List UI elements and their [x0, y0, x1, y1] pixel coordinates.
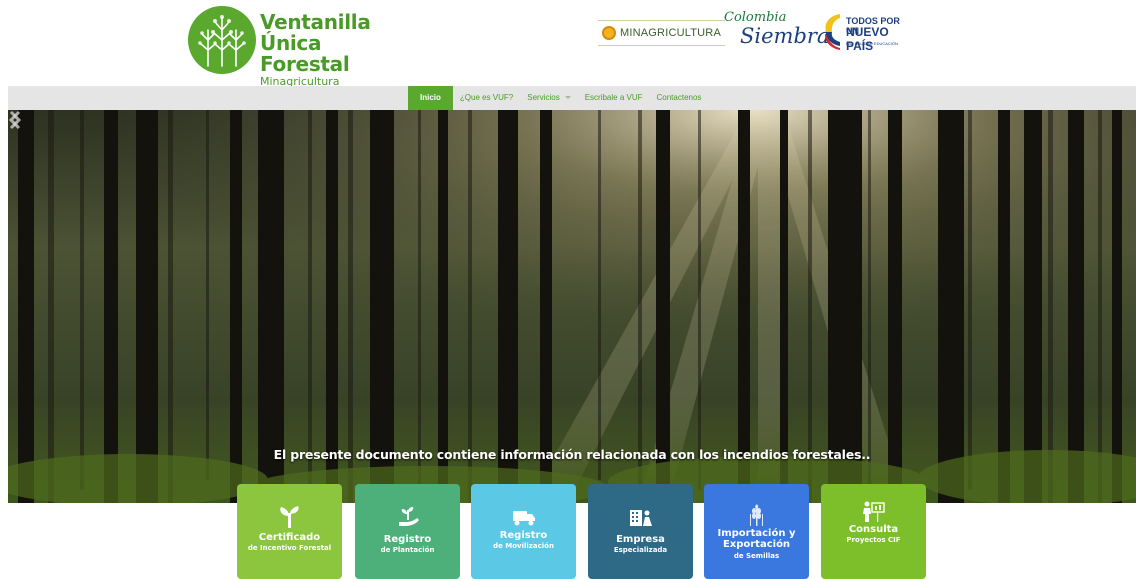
tile-subtitle: de Movilización — [493, 542, 554, 550]
nuevo-pais-line3: PAZ EQUIDAD EDUCACIÓN — [846, 41, 898, 46]
tile-title: Importación y Exportación — [717, 528, 796, 550]
minagricultura-logo[interactable]: MINAGRICULTURA — [598, 20, 725, 46]
tile-subtitle: de Incentivo Forestal — [247, 544, 332, 552]
tile-title: Registro — [383, 534, 432, 545]
tile-empresa-especializada[interactable]: Empresa Especializada — [588, 484, 693, 579]
nav-item-inicio[interactable]: Inicio — [408, 86, 453, 110]
nav-item-escribale[interactable]: Escribale a VUF — [578, 86, 650, 110]
tile-title: Consulta — [848, 524, 899, 535]
building-person-icon — [630, 510, 652, 526]
colombia-siembra-main: Siembra — [740, 24, 830, 48]
flag-icon — [825, 14, 840, 50]
nav-item-contactenos[interactable]: Contactenos — [650, 86, 709, 110]
partner-logos: MINAGRICULTURA Colombia Siembra TODOS PO… — [598, 10, 900, 54]
tile-title: Certificado — [258, 532, 321, 543]
sprout-icon — [280, 506, 299, 528]
seal-icon — [602, 26, 616, 40]
presentation-icon — [863, 501, 885, 522]
wheat-icon — [750, 504, 763, 526]
hand-plant-icon — [399, 507, 419, 526]
tile-registro-movilizacion[interactable]: Registro de Movilización — [471, 484, 576, 579]
forest-image — [8, 110, 1136, 503]
tile-subtitle: de Plantación — [380, 546, 435, 554]
hero-carousel[interactable]: El presente documento contiene informaci… — [8, 110, 1136, 503]
tile-title: Empresa — [616, 534, 665, 545]
nav-item-servicios-label: Servicios — [527, 93, 560, 102]
colombia-siembra-top: Colombia — [724, 10, 787, 25]
nav-item-servicios[interactable]: Servicios — [520, 86, 577, 110]
tile-registro-plantacion[interactable]: Registro de Plantación — [355, 484, 460, 579]
tile-subtitle: Proyectos CIF — [846, 536, 901, 544]
truck-icon — [513, 511, 535, 526]
tile-certificado[interactable]: Certificado de Incentivo Forestal — [237, 484, 342, 579]
tile-subtitle: Especializada — [613, 546, 668, 554]
tree-emblem-icon — [188, 6, 256, 74]
nuevo-pais-line2: NUEVO PAÍS — [846, 25, 889, 53]
hero-caption: El presente documento contiene informaci… — [273, 447, 871, 462]
chevron-down-icon — [564, 96, 571, 100]
service-tiles: Certificado de Incentivo Forestal Regist… — [237, 484, 937, 579]
tile-title: Registro — [499, 530, 548, 541]
minagricultura-text: MINAGRICULTURA — [620, 27, 721, 39]
logo-title-line1: Ventanilla — [260, 10, 371, 34]
logo-title-line2: Única Forestal — [260, 31, 350, 76]
colombia-siembra-logo[interactable]: Colombia Siembra — [722, 10, 829, 54]
chevron-right-icon[interactable] — [8, 110, 22, 130]
site-header: Ventanilla Única Forestal Minagricultura… — [0, 0, 1136, 88]
nuevo-pais-logo[interactable]: TODOS POR UN NUEVO PAÍS PAZ EQUIDAD EDUC… — [822, 10, 902, 54]
tile-importacion-exportacion[interactable]: Importación y Exportación de Semillas — [704, 484, 809, 579]
tile-consulta-proyectos[interactable]: Consulta Proyectos CIF — [821, 484, 926, 579]
tile-subtitle: de Semillas — [733, 552, 780, 560]
nav-item-que-es-vuf[interactable]: ¿Que es VUF? — [453, 86, 520, 110]
main-nav: Inicio ¿Que es VUF? Servicios Escribale … — [8, 86, 1136, 110]
site-logo[interactable]: Ventanilla Única Forestal Minagricultura — [188, 6, 388, 88]
